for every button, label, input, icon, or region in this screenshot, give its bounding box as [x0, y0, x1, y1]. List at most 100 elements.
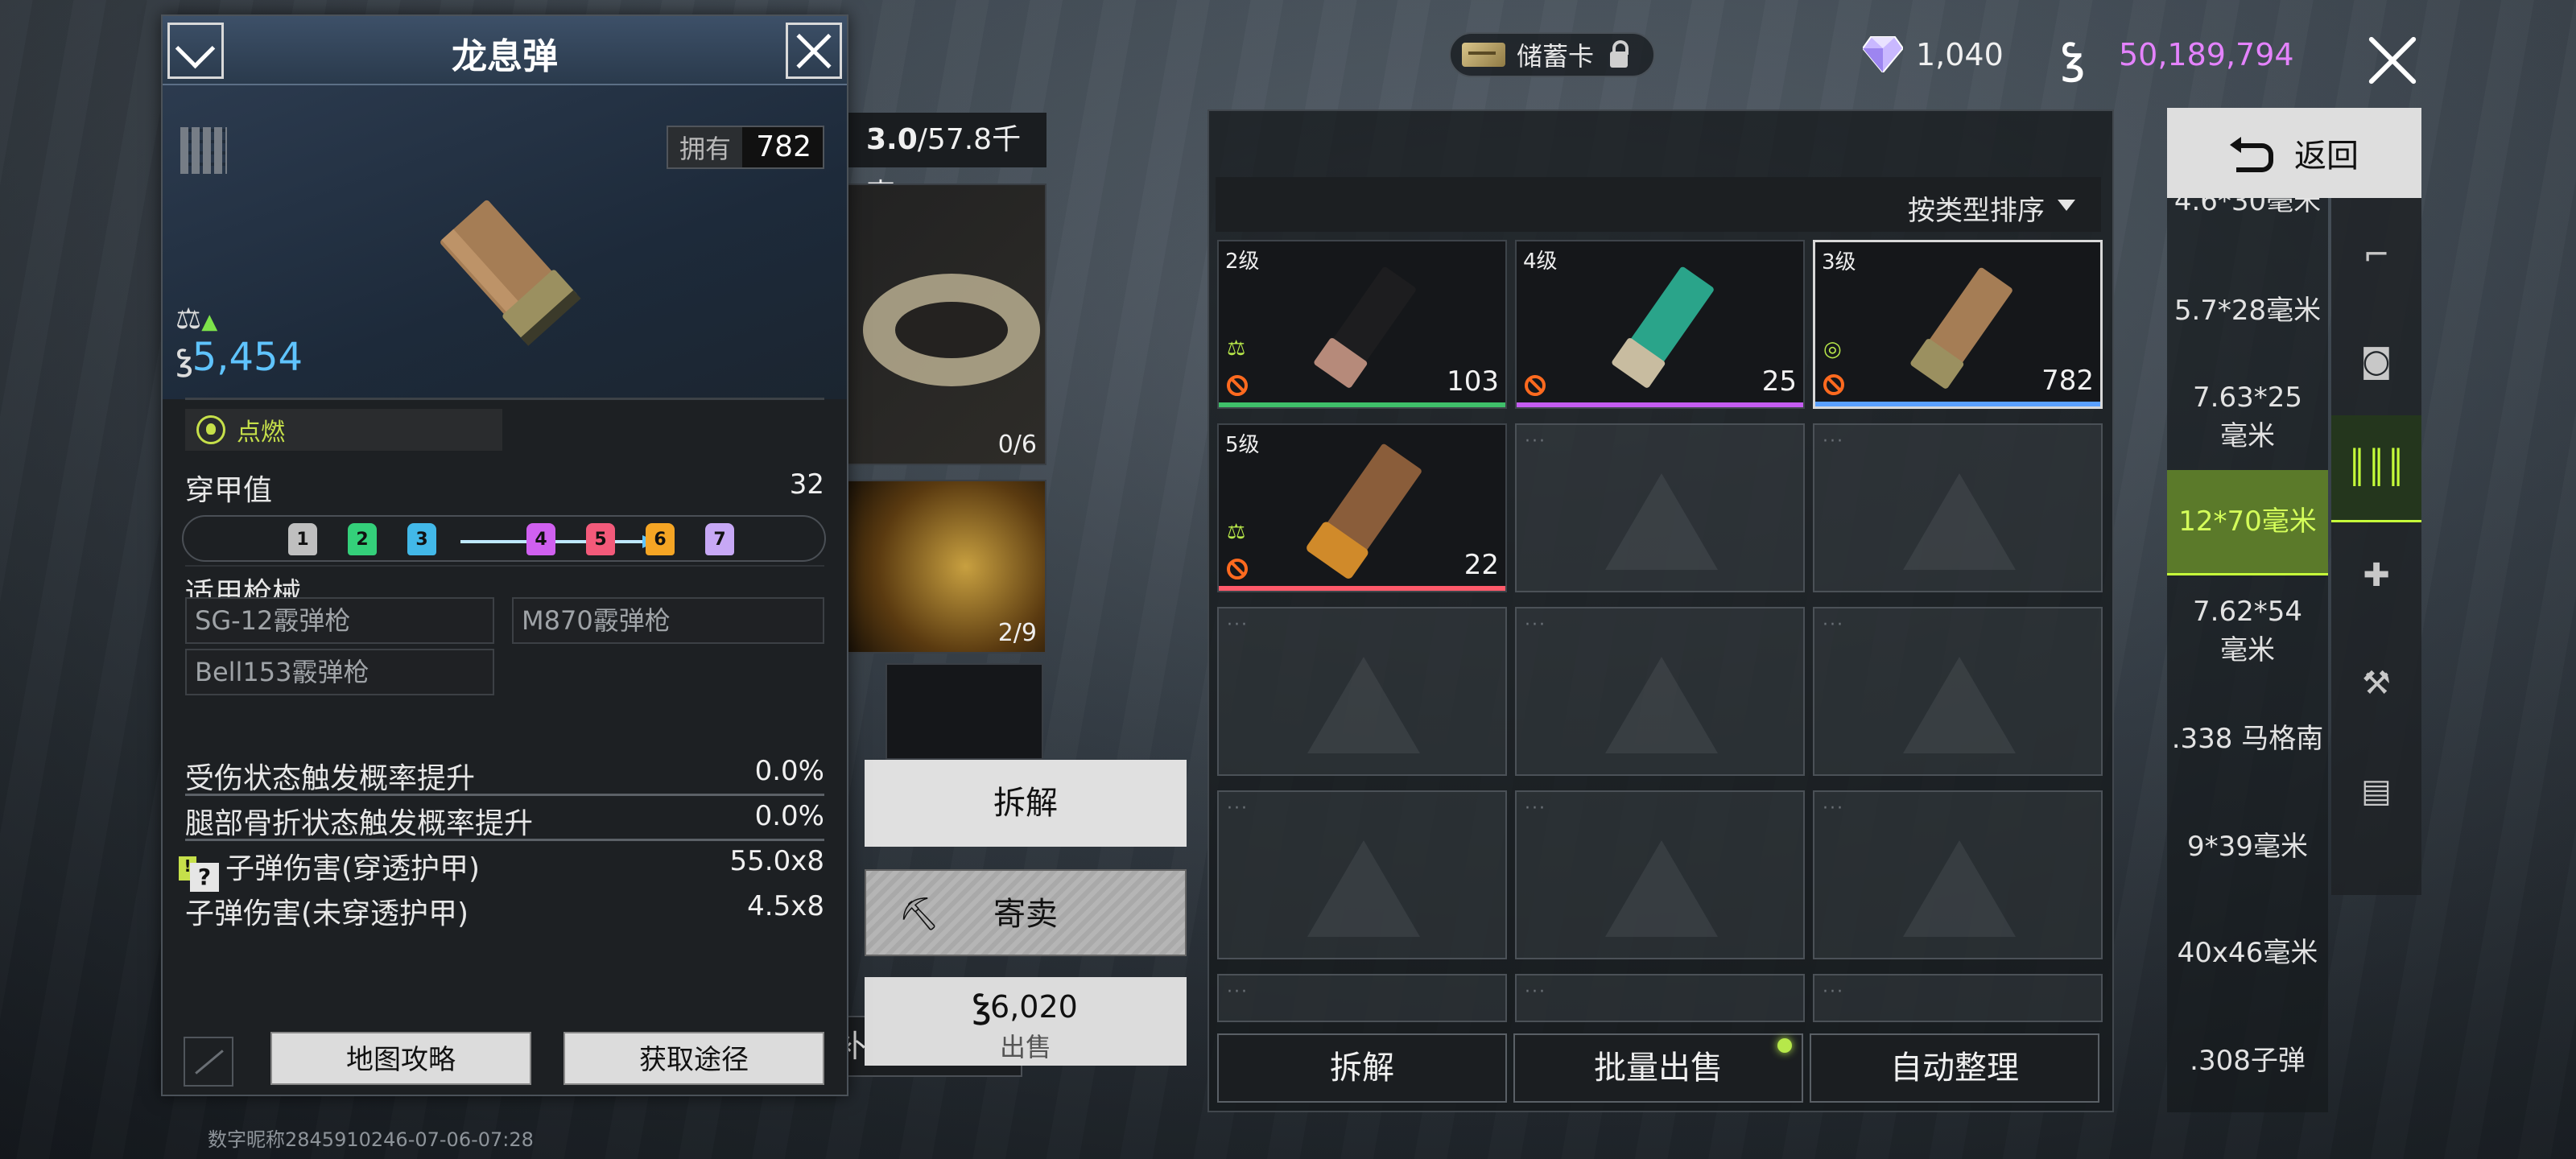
- stat-value: 0.0%: [754, 755, 824, 787]
- hammer-icon[interactable]: ⚒: [2331, 631, 2421, 736]
- item-level: 3级: [1822, 250, 1856, 274]
- slot-dots: ···: [1823, 798, 1844, 819]
- belt-image: [863, 274, 1040, 386]
- stat-label: 子弹伤害(穿透护甲): [225, 852, 481, 885]
- empty-slot[interactable]: ···: [1813, 607, 2103, 776]
- consign-label: 寄卖: [993, 896, 1058, 933]
- fire-icon: ◎: [1823, 337, 1842, 361]
- caliber-item[interactable]: 40x46毫米: [2167, 934, 2328, 982]
- caliber-item[interactable]: 5.7*28毫米: [2167, 291, 2328, 340]
- empty-slot[interactable]: ···: [1813, 790, 2103, 959]
- weapon-m870[interactable]: M870霰弹枪: [512, 597, 824, 644]
- empty-slot[interactable]: ···: [1515, 423, 1805, 592]
- grid-size-icon: [180, 127, 227, 174]
- storage-card-label: 储蓄卡: [1517, 41, 1595, 72]
- backpack-icon[interactable]: ◙: [2331, 309, 2421, 414]
- sort-label: 按类型排序: [1908, 195, 2045, 227]
- map-guide-button[interactable]: 地图攻略: [270, 1032, 531, 1085]
- gem-count: 1,040: [1916, 37, 2004, 72]
- empty-slot[interactable]: ···: [1813, 423, 2103, 592]
- slot-dots: ···: [1227, 615, 1249, 635]
- belt-slot[interactable]: 0/6: [845, 184, 1046, 465]
- owned-label: 拥有: [679, 134, 732, 164]
- empty-slot[interactable]: ···: [1217, 790, 1507, 959]
- inventory-item[interactable]: 2级 ⚖ 103: [1217, 240, 1507, 409]
- pistol-icon[interactable]: ⌐: [2331, 203, 2421, 307]
- weight-up-icon: ⚖: [1227, 520, 1246, 544]
- slot-dots: ···: [1525, 982, 1546, 1002]
- back-button[interactable]: 返回: [2167, 108, 2421, 198]
- slot-dots: ···: [1525, 615, 1546, 635]
- stat-label: 腿部骨折状态触发概率提升: [185, 807, 534, 840]
- empty-slot[interactable]: ···: [1217, 974, 1507, 1022]
- bulk-sell-button[interactable]: 批量出售: [1513, 1033, 1803, 1103]
- help-icon[interactable]: ?: [190, 863, 219, 892]
- sort-dropdown[interactable]: 按类型排序: [1216, 177, 2101, 232]
- empty-slot[interactable]: ···: [1217, 607, 1507, 776]
- empty-slot[interactable]: ···: [1813, 974, 2103, 1022]
- empty-slot[interactable]: ···: [1515, 607, 1805, 776]
- coin-icon: Ꝣ: [2062, 37, 2084, 82]
- box-icon[interactable]: ▤: [2331, 739, 2421, 843]
- inventory-item-selected[interactable]: 3级 ◎ 782: [1813, 240, 2103, 409]
- item-count: 25: [1761, 365, 1797, 398]
- stat-value: 55.0x8: [729, 845, 824, 877]
- caliber-item[interactable]: 9*39毫米: [2167, 827, 2328, 876]
- empty-slot[interactable]: [886, 663, 1043, 760]
- fire-icon: [196, 415, 225, 444]
- sell-price: 6,020: [990, 989, 1078, 1025]
- owned-count: 782: [742, 127, 823, 167]
- dragon-slot[interactable]: 2/9: [845, 480, 1046, 654]
- sell-button[interactable]: Ꝣ6,020 出售: [865, 977, 1187, 1066]
- coin-count: 50,189,794: [2119, 37, 2294, 72]
- consign-icon: ⛏: [898, 896, 939, 933]
- auto-sort-button[interactable]: 自动整理: [1810, 1033, 2099, 1103]
- sell-price-row: Ꝣ6,020: [865, 985, 1187, 1027]
- consign-button[interactable]: ⛏ 寄卖: [865, 869, 1187, 956]
- stat-label: 子弹伤害(未穿透护甲): [185, 897, 469, 930]
- slot-dots: ···: [1823, 615, 1844, 635]
- coin-icon: Ꝣ: [177, 345, 192, 377]
- caliber-item[interactable]: .338 马格南: [2167, 720, 2328, 768]
- coin-icon: Ꝣ: [973, 989, 991, 1025]
- notification-dot: [1777, 1038, 1792, 1053]
- divider: [185, 839, 824, 841]
- ignite-tag: 点燃: [185, 409, 502, 451]
- caliber-item[interactable]: 7.63*25毫米: [2183, 378, 2312, 459]
- weapon-bell153[interactable]: Bell153霰弹枪: [185, 649, 494, 695]
- storage-card-button[interactable]: 储蓄卡: [1449, 32, 1655, 77]
- caliber-item[interactable]: 7.62*54毫米: [2183, 592, 2312, 673]
- detail-close-icon[interactable]: [786, 23, 842, 79]
- empty-slot[interactable]: ···: [1515, 790, 1805, 959]
- stat-value: 0.0%: [754, 800, 824, 832]
- slot-count: 2/9: [997, 619, 1037, 647]
- detail-header: 龙息弹: [163, 16, 847, 85]
- caliber-item[interactable]: 4.6*30毫米: [2167, 198, 2328, 230]
- item-price: Ꝣ5,454: [177, 335, 303, 380]
- slot-dots: ···: [1525, 798, 1546, 819]
- weapon-sg12[interactable]: SG-12霰弹枪: [185, 597, 494, 644]
- armor-level-4-icon: 4: [526, 523, 555, 555]
- inventory-item[interactable]: 4级 25: [1515, 240, 1805, 409]
- armor-level-3-icon: 3: [407, 523, 436, 555]
- obtain-source-button[interactable]: 获取途径: [564, 1032, 824, 1085]
- divider: [185, 565, 824, 567]
- medkit-icon[interactable]: ✚: [2331, 523, 2421, 628]
- caliber-item-active[interactable]: 12*70毫米: [2167, 470, 2328, 575]
- dismantle-all-button[interactable]: 拆解: [1217, 1033, 1507, 1103]
- ammo-icon[interactable]: ║║║: [2331, 415, 2421, 522]
- rarity-bar: [1815, 402, 2100, 406]
- dismantle-button[interactable]: 拆解: [865, 760, 1187, 847]
- armor-level-2-icon: 2: [348, 523, 377, 555]
- armor-level-7-icon: 7: [705, 523, 734, 555]
- rarity-bar: [1219, 586, 1505, 591]
- hidden-toggle-icon[interactable]: [184, 1037, 233, 1087]
- divider: [185, 794, 824, 796]
- back-arrow-icon: [2230, 137, 2273, 172]
- inventory-item[interactable]: 5级 ⚖ 22: [1217, 423, 1507, 592]
- caliber-item[interactable]: .308子弹: [2167, 1041, 2328, 1090]
- no-sell-icon: [1227, 559, 1248, 580]
- stat-value: 4.5x8: [747, 890, 824, 922]
- empty-slot[interactable]: ···: [1515, 974, 1805, 1022]
- close-icon[interactable]: [2363, 32, 2421, 90]
